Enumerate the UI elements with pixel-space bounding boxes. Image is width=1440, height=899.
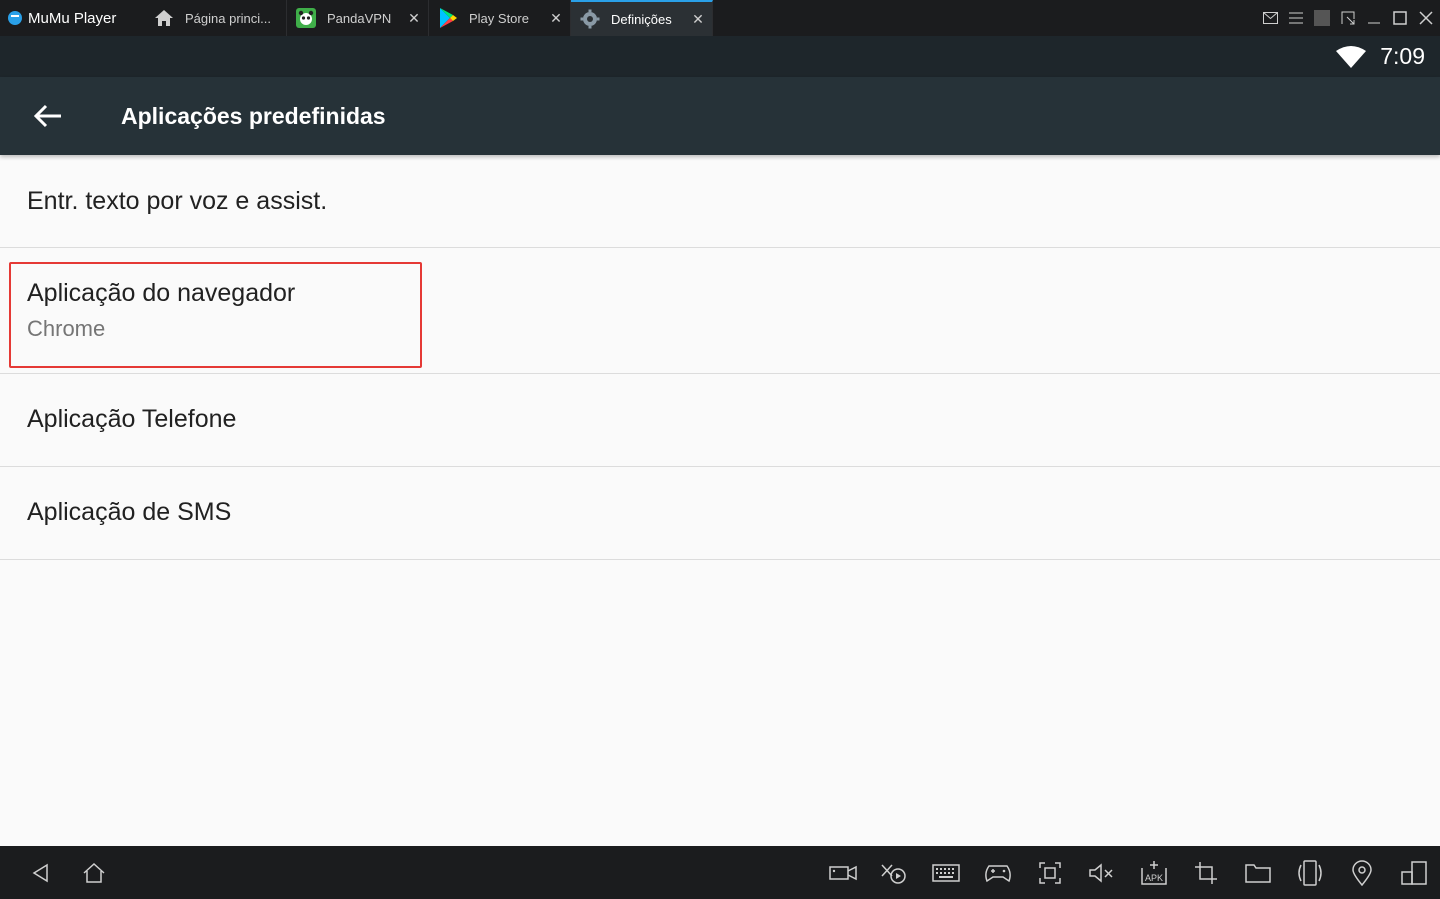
apk-install-icon[interactable]: APK	[1139, 858, 1169, 888]
svg-text:APK: APK	[1145, 873, 1163, 883]
tab-play-store[interactable]: Play Store ✕	[429, 0, 571, 36]
folder-icon[interactable]	[1243, 858, 1273, 888]
close-tab-icon[interactable]: ✕	[548, 10, 564, 26]
multi-window-icon[interactable]	[1399, 858, 1429, 888]
bottom-toolbar: APK	[0, 846, 1440, 899]
tab-definicoes[interactable]: Definições ✕	[571, 0, 713, 36]
tab-label: Definições	[611, 11, 672, 27]
list-item-title: Aplicação do navegador	[27, 279, 296, 307]
minimize-icon[interactable]	[1366, 10, 1382, 26]
window-controls	[1262, 0, 1434, 36]
tab-label: PandaVPN	[327, 10, 392, 26]
tab-home[interactable]: Página princi...	[145, 0, 287, 36]
tab-label: Página princi...	[185, 10, 271, 26]
status-clock: 7:09	[1380, 43, 1425, 69]
home-nav-icon[interactable]	[80, 859, 108, 887]
keyboard-icon[interactable]	[931, 858, 961, 888]
screenshot-icon[interactable]	[1035, 858, 1065, 888]
back-nav-icon[interactable]	[26, 859, 54, 887]
wifi-icon	[1336, 45, 1367, 68]
list-item-phone-app[interactable]: Aplicação Telefone	[0, 374, 1440, 467]
back-arrow-button[interactable]	[28, 96, 68, 136]
list-item-voice-assist[interactable]: Entr. texto por voz e assist.	[0, 155, 1440, 248]
tab-label: Play Store	[469, 10, 529, 26]
list-item-title: Aplicação Telefone	[27, 405, 237, 433]
page-title: Aplicações predefinidas	[121, 103, 386, 129]
app-name: MuMu Player	[28, 9, 117, 27]
play-store-icon	[437, 7, 459, 29]
list-item-subtitle: Chrome	[27, 316, 106, 341]
close-tab-icon[interactable]: ✕	[690, 11, 706, 27]
settings-gear-icon	[579, 8, 601, 30]
default-apps-list: Entr. texto por voz e assist. Aplicação …	[0, 155, 1440, 560]
list-item-title: Entr. texto por voz e assist.	[27, 187, 328, 215]
android-status-bar: 7:09	[0, 36, 1440, 77]
app-bar: Aplicações predefinidas	[0, 77, 1440, 155]
gamepad-icon[interactable]	[983, 858, 1013, 888]
list-item-browser-app[interactable]: Aplicação do navegador Chrome	[0, 248, 1440, 374]
mail-icon[interactable]	[1262, 10, 1278, 26]
home-icon	[153, 7, 175, 29]
rotate-icon[interactable]	[1295, 858, 1325, 888]
mumu-logo-icon	[8, 11, 22, 25]
crop-icon[interactable]	[1191, 858, 1221, 888]
resize-icon[interactable]	[1340, 10, 1356, 26]
close-tab-icon[interactable]: ✕	[406, 10, 422, 26]
operation-record-icon[interactable]	[879, 858, 909, 888]
maximize-icon[interactable]	[1392, 10, 1408, 26]
pandavpn-icon	[295, 7, 317, 29]
app-brand: MuMu Player	[8, 0, 116, 36]
tab-pandavpn[interactable]: PandaVPN ✕	[287, 0, 429, 36]
title-bar: MuMu Player Página princi... PandaVPN ✕ …	[0, 0, 1440, 36]
volume-mute-icon[interactable]	[1087, 858, 1117, 888]
location-icon[interactable]	[1347, 858, 1377, 888]
divider	[1314, 10, 1330, 26]
menu-icon[interactable]	[1288, 10, 1304, 26]
list-item-sms-app[interactable]: Aplicação de SMS	[0, 467, 1440, 560]
list-item-title: Aplicação de SMS	[27, 498, 232, 526]
close-window-icon[interactable]	[1418, 10, 1434, 26]
back-arrow-icon	[34, 104, 61, 128]
video-record-icon[interactable]	[828, 858, 858, 888]
